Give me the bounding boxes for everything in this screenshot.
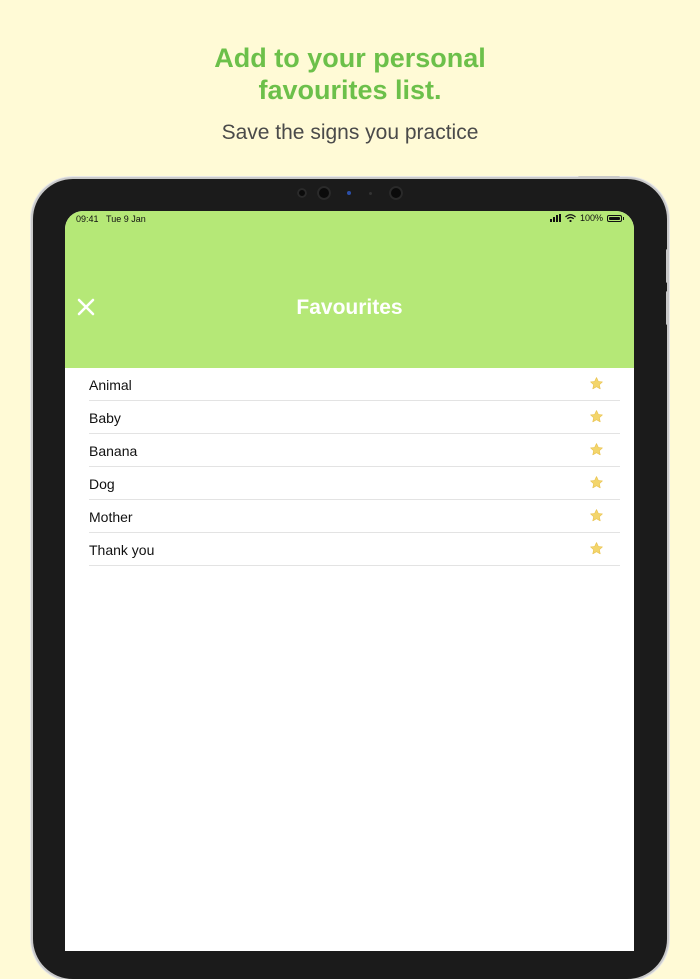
camera-lens-secondary bbox=[389, 186, 403, 200]
star-icon[interactable] bbox=[589, 475, 604, 490]
favourites-list: Animal Baby Banana Dog Mother Thank you bbox=[65, 368, 634, 566]
list-item-dog[interactable]: Dog bbox=[89, 467, 620, 500]
volume-up-button bbox=[666, 249, 669, 283]
star-icon[interactable] bbox=[589, 409, 604, 424]
list-item-label: Mother bbox=[89, 509, 133, 525]
camera-bar bbox=[293, 185, 413, 201]
list-item-thank-you[interactable]: Thank you bbox=[89, 533, 620, 566]
camera-indicator bbox=[347, 191, 351, 195]
status-date: Tue 9 Jan bbox=[106, 214, 146, 224]
list-item-baby[interactable]: Baby bbox=[89, 401, 620, 434]
list-item-animal[interactable]: Animal bbox=[89, 368, 620, 401]
wifi-icon bbox=[565, 214, 576, 222]
status-time: 09:41 Tue 9 Jan bbox=[76, 214, 146, 224]
promo-subline: Save the signs you practice bbox=[221, 121, 479, 144]
app-screen: 09:41 Tue 9 Jan 100% Favourites Animal B… bbox=[65, 211, 634, 951]
navigation-bar: 09:41 Tue 9 Jan 100% Favourites bbox=[65, 211, 634, 368]
star-icon[interactable] bbox=[589, 376, 604, 391]
volume-down-button bbox=[666, 291, 669, 325]
promo-headline: Add to your personal favourites list. bbox=[0, 42, 700, 106]
page-title: Favourites bbox=[296, 296, 403, 319]
battery-icon bbox=[607, 214, 624, 222]
power-button bbox=[578, 176, 620, 179]
list-item-label: Baby bbox=[89, 410, 121, 426]
promo-headline-line-2: favourites list. bbox=[258, 75, 442, 105]
sensor-dot-small bbox=[369, 192, 372, 195]
status-bar: 09:41 Tue 9 Jan 100% bbox=[65, 211, 634, 227]
sensor-dot bbox=[297, 188, 307, 198]
promo-headline-line-1: Add to your personal bbox=[214, 43, 486, 73]
battery-percentage: 100% bbox=[579, 213, 603, 223]
list-item-banana[interactable]: Banana bbox=[89, 434, 620, 467]
star-icon[interactable] bbox=[589, 541, 604, 556]
list-item-mother[interactable]: Mother bbox=[89, 500, 620, 533]
promo-header: Add to your personal favourites list. Sa… bbox=[0, 0, 700, 180]
star-icon[interactable] bbox=[589, 508, 604, 523]
camera-lens bbox=[317, 186, 331, 200]
list-item-label: Dog bbox=[89, 476, 115, 492]
status-indicators: 100% bbox=[549, 213, 624, 223]
list-item-label: Thank you bbox=[89, 542, 155, 558]
list-item-label: Animal bbox=[89, 377, 132, 393]
tablet-frame: 09:41 Tue 9 Jan 100% Favourites Animal B… bbox=[33, 176, 669, 979]
star-icon[interactable] bbox=[589, 442, 604, 457]
cellular-signal-icon bbox=[549, 214, 561, 222]
status-clock: 09:41 bbox=[76, 214, 99, 224]
list-item-label: Banana bbox=[89, 443, 138, 459]
